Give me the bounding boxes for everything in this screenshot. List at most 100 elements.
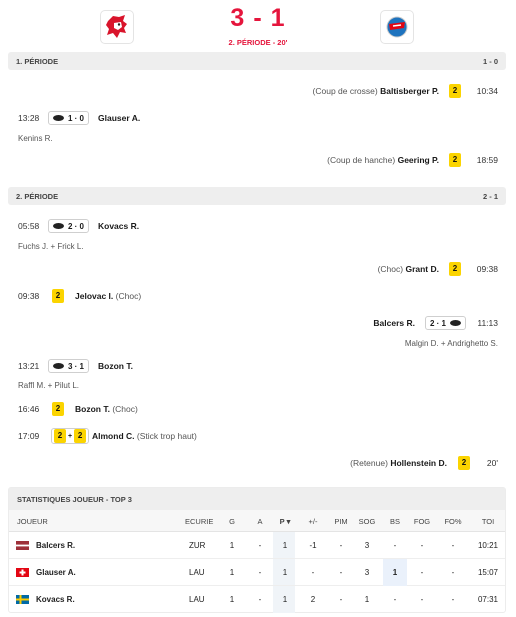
assists: - xyxy=(258,568,262,577)
sog: 3 xyxy=(364,568,370,577)
penalty-minutes-badge: 2 xyxy=(458,456,470,470)
penalty-minutes-badge: 2 xyxy=(449,84,461,98)
period-title: 2. PÉRIODE xyxy=(16,192,59,201)
event-time: 18:59 xyxy=(476,155,498,165)
bs: 1 xyxy=(392,568,398,577)
penalty-reason: (Retenue) xyxy=(350,458,388,468)
period-1-header: 1. PÉRIODE 1 - 0 xyxy=(8,52,506,70)
event-time: 09:38 xyxy=(18,291,40,301)
event-player: Bozon T. (Choc) xyxy=(75,404,138,414)
goal-score-pill: 2 · 0 xyxy=(48,219,90,233)
penalty-event[interactable]: (Retenue) Hollenstein D. 2 20' xyxy=(0,455,516,471)
goal-event[interactable]: 05:58 2 · 0 Kovacs R. xyxy=(0,218,516,234)
goal-event[interactable]: Balcers R. 2 · 1 11:13 xyxy=(0,315,516,331)
points: 1 xyxy=(282,568,288,577)
event-time: 11:13 xyxy=(477,318,498,328)
sog: 3 xyxy=(364,541,370,550)
toi: 07:31 xyxy=(477,595,499,604)
goal-assists: Malgin D. + Andrighetto S. xyxy=(404,339,498,348)
assists: - xyxy=(258,541,262,550)
penalty-event[interactable]: (Choc) Grant D. 2 09:38 xyxy=(0,261,516,277)
event-player: (Retenue) Hollenstein D. xyxy=(350,458,447,468)
fo-pct: - xyxy=(451,541,455,550)
table-row[interactable]: Kovacs R. LAU 1 - 1 2 - 1 - - - 07:31 xyxy=(9,586,505,613)
stats-title: STATISTIQUES JOUEUR - TOP 3 xyxy=(17,495,132,504)
puck-icon xyxy=(53,115,64,121)
team-code: LAU xyxy=(189,568,205,577)
penalty-minutes-badge: 2 xyxy=(52,402,64,416)
team-code: ZUR xyxy=(189,541,206,550)
puck-icon xyxy=(450,320,461,326)
table-row[interactable]: Glauser A. LAU 1 - 1 - - 3 1 - - 15:07 xyxy=(9,559,505,586)
col-assists[interactable]: A xyxy=(248,517,272,526)
assists: - xyxy=(258,595,262,604)
penalty-event[interactable]: (Coup de crosse) Baltisberger P. 2 10:34 xyxy=(0,83,516,99)
player-name[interactable]: Glauser A. xyxy=(36,568,76,577)
goal-event[interactable]: 13:21 3 · 1 Bozon T. xyxy=(0,358,516,374)
period-score: 2 - 1 xyxy=(482,192,498,201)
pim: - xyxy=(339,568,343,577)
event-player: (Coup de hanche) Geering P. xyxy=(327,155,439,165)
event-time: 17:09 xyxy=(18,431,40,441)
goal-event[interactable]: 13:28 1 · 0 Glauser A. xyxy=(0,110,516,126)
penalty-reason: (Choc) xyxy=(377,264,404,274)
penalty-event[interactable]: (Coup de hanche) Geering P. 2 18:59 xyxy=(0,152,516,168)
event-time: 13:28 xyxy=(18,113,40,123)
fog: - xyxy=(420,595,424,604)
goal-assists: Kenins R. xyxy=(18,134,53,143)
player-name[interactable]: Kovacs R. xyxy=(36,595,75,604)
penalty-reason: (Choc) xyxy=(115,291,142,301)
stats-column-headers: JOUEUR ECURIE G A P ▾ +/- PIM SOG BS FOG… xyxy=(9,510,505,532)
goal-assists: Fuchs J. + Frick L. xyxy=(18,242,84,251)
col-toi[interactable]: TOI xyxy=(476,517,500,526)
col-team[interactable]: ECURIE xyxy=(185,517,213,526)
col-goals[interactable]: G xyxy=(220,517,244,526)
latvia-flag-icon xyxy=(16,541,29,550)
event-player: Glauser A. xyxy=(98,113,141,123)
pim: - xyxy=(339,595,343,604)
col-fog[interactable]: FOG xyxy=(410,517,434,526)
double-penalty-event[interactable]: 17:09 2 + 2 Almond C. (Stick trop haut) xyxy=(0,428,516,444)
col-points-sorted[interactable]: P ▾ xyxy=(273,517,297,526)
toi: 10:21 xyxy=(477,541,499,550)
away-score: 1 xyxy=(270,4,286,32)
event-time: 09:38 xyxy=(476,264,498,274)
plus-minus: 2 xyxy=(310,595,316,604)
player-name[interactable]: Balcers R. xyxy=(36,541,75,550)
penalty-reason: (Stick trop haut) xyxy=(136,431,197,441)
puck-icon xyxy=(53,363,64,369)
pim: - xyxy=(339,541,343,550)
event-player: Kovacs R. xyxy=(98,221,140,231)
puck-icon xyxy=(53,223,64,229)
sog: 1 xyxy=(364,595,370,604)
stats-header: STATISTIQUES JOUEUR - TOP 3 xyxy=(9,488,505,510)
penalty-event[interactable]: 09:38 2 Jelovac I. (Choc) xyxy=(0,288,516,304)
col-fo-pct[interactable]: FO% xyxy=(441,517,465,526)
score-separator: - xyxy=(253,4,263,32)
points: 1 xyxy=(282,541,288,550)
penalty-minutes-badge: 2 xyxy=(52,289,64,303)
event-player: Almond C. (Stick trop haut) xyxy=(92,431,197,441)
penalty-minutes-badge: 2 xyxy=(74,429,87,443)
event-player: Balcers R. xyxy=(373,318,415,328)
plus-minus: - xyxy=(311,568,315,577)
fo-pct: - xyxy=(451,568,455,577)
event-time: 16:46 xyxy=(18,404,40,414)
col-player[interactable]: JOUEUR xyxy=(17,517,48,526)
match-score: 3-1 xyxy=(0,4,516,33)
home-score: 3 xyxy=(230,4,246,32)
event-time: 13:21 xyxy=(18,361,40,371)
table-row[interactable]: Balcers R. ZUR 1 - 1 -1 - 3 - - - 10:21 xyxy=(9,532,505,559)
penalty-minutes-badge: 2 xyxy=(449,153,461,167)
away-team-logo[interactable] xyxy=(380,10,414,44)
penalty-reason: (Coup de hanche) xyxy=(327,155,396,165)
col-sog[interactable]: SOG xyxy=(355,517,379,526)
penalty-event[interactable]: 16:46 2 Bozon T. (Choc) xyxy=(0,401,516,417)
col-bs[interactable]: BS xyxy=(383,517,407,526)
col-pim[interactable]: PIM xyxy=(329,517,353,526)
goal-score-pill: 3 · 1 xyxy=(48,359,90,373)
goals: 1 xyxy=(229,568,235,577)
col-plus-minus[interactable]: +/- xyxy=(301,517,325,526)
goals: 1 xyxy=(229,541,235,550)
team-code: LAU xyxy=(189,595,205,604)
